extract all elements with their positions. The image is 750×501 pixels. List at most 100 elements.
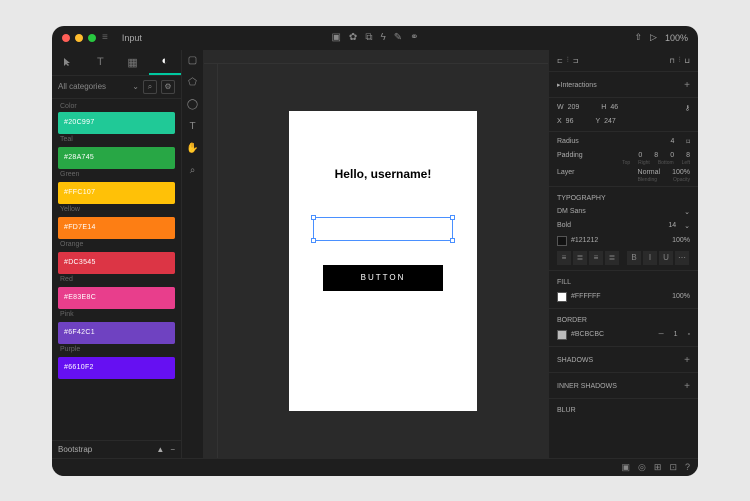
bold-icon[interactable]: B bbox=[627, 251, 641, 265]
width-value[interactable]: 209 bbox=[568, 104, 580, 111]
section-blur[interactable]: BLUR bbox=[549, 402, 698, 417]
remove-icon[interactable]: − bbox=[170, 445, 175, 454]
zoom-tool-icon[interactable]: ⌕ bbox=[186, 164, 200, 178]
frame-tool-icon[interactable]: ▢ bbox=[186, 54, 200, 68]
lock-icon[interactable]: ⚷ bbox=[685, 104, 690, 112]
align-center-icon[interactable]: ⫶ bbox=[567, 57, 569, 65]
add-icon[interactable]: ▲ bbox=[156, 445, 164, 454]
border-style-icon[interactable]: ─ bbox=[659, 331, 664, 338]
italic-icon[interactable]: I bbox=[643, 251, 657, 265]
close-icon[interactable] bbox=[62, 34, 70, 42]
border-color-hex[interactable]: #BCBCBC bbox=[571, 331, 604, 338]
padding-left[interactable]: 8 bbox=[686, 152, 690, 159]
artboard-area[interactable]: Hello, username! BUTTON bbox=[218, 64, 548, 458]
text-opacity[interactable]: 100% bbox=[672, 237, 690, 244]
resize-handle-br[interactable] bbox=[450, 238, 455, 243]
play-icon[interactable]: ▷ bbox=[650, 32, 657, 43]
font-family[interactable]: DM Sans bbox=[557, 208, 586, 215]
status-icon-b[interactable]: ◎ bbox=[638, 462, 646, 473]
color-swatch-5[interactable]: #E83E8C bbox=[58, 287, 175, 309]
color-swatch-2[interactable]: #FFC107 bbox=[58, 182, 175, 204]
align-middle-icon[interactable]: ⫶ bbox=[679, 57, 681, 65]
bolt-icon[interactable]: ϟ bbox=[380, 32, 385, 43]
radius-value[interactable]: 4 bbox=[671, 138, 675, 145]
status-icon-c[interactable]: ⊞ bbox=[654, 462, 662, 473]
align-top-icon[interactable]: ⊓ bbox=[669, 57, 674, 65]
color-swatch-7[interactable]: #6610F2 bbox=[58, 357, 175, 379]
border-width[interactable]: 1 bbox=[674, 331, 678, 338]
share-icon[interactable]: ⇧ bbox=[635, 32, 643, 43]
layers-icon[interactable]: ⧉ bbox=[365, 32, 372, 43]
section-inner-shadows[interactable]: INNER SHADOWS+ bbox=[549, 376, 698, 395]
layer-opacity[interactable]: 100% bbox=[672, 169, 690, 176]
border-position-icon[interactable]: ▫ bbox=[688, 331, 690, 338]
resize-handle-tr[interactable] bbox=[450, 215, 455, 220]
status-icon-a[interactable]: ▣ bbox=[622, 462, 631, 473]
shape-tool-icon[interactable]: ◯ bbox=[186, 98, 200, 112]
text-tool-icon[interactable]: T bbox=[186, 120, 200, 134]
text-align-center[interactable]: ≣ bbox=[573, 251, 587, 265]
color-swatch-3[interactable]: #FD7E14 bbox=[58, 217, 175, 239]
font-weight[interactable]: Bold bbox=[557, 222, 571, 229]
chevron-down-icon[interactable]: ⌄ bbox=[684, 222, 690, 230]
artboard[interactable]: Hello, username! BUTTON bbox=[289, 111, 477, 411]
hand-tool-icon[interactable]: ✋ bbox=[186, 142, 200, 156]
padding-top[interactable]: 0 bbox=[638, 152, 642, 159]
fill-color-hex[interactable]: #FFFFFF bbox=[571, 293, 601, 300]
align-bottom-icon[interactable]: ⊔ bbox=[685, 57, 690, 65]
padding-bottom[interactable]: 0 bbox=[670, 152, 674, 159]
maximize-icon[interactable] bbox=[88, 34, 96, 42]
color-swatch-0[interactable]: #20C997 bbox=[58, 112, 175, 134]
fill-color-swatch[interactable] bbox=[557, 292, 567, 302]
tab-colors[interactable]: ◐ bbox=[149, 50, 181, 75]
gear-icon[interactable]: ✿ bbox=[349, 32, 357, 43]
text-align-right[interactable]: ≡ bbox=[589, 251, 603, 265]
gear-icon[interactable]: ⚙ bbox=[161, 80, 175, 94]
add-shadow-icon[interactable]: + bbox=[684, 355, 690, 366]
text-align-left[interactable]: ≡ bbox=[557, 251, 571, 265]
more-text-icon[interactable]: ⋯ bbox=[675, 251, 689, 265]
resize-handle-tl[interactable] bbox=[311, 215, 316, 220]
square-icon[interactable]: ▣ bbox=[331, 32, 340, 43]
brush-icon[interactable]: ✎ bbox=[394, 32, 402, 43]
button-element[interactable]: BUTTON bbox=[323, 265, 443, 291]
align-right-icon[interactable]: ⊐ bbox=[573, 57, 579, 65]
text-align-justify[interactable]: ≣ bbox=[605, 251, 619, 265]
zoom-level[interactable]: 100% bbox=[665, 33, 688, 43]
add-inner-shadow-icon[interactable]: + bbox=[684, 381, 690, 392]
status-icon-d[interactable]: ⊡ bbox=[669, 462, 677, 473]
y-value[interactable]: 247 bbox=[604, 118, 616, 125]
tab-cursor[interactable] bbox=[52, 50, 84, 75]
resize-handle-bl[interactable] bbox=[311, 238, 316, 243]
library-label[interactable]: Bootstrap bbox=[58, 445, 92, 454]
heading-text[interactable]: Hello, username! bbox=[335, 167, 432, 181]
height-value[interactable]: 46 bbox=[610, 104, 618, 111]
align-left-icon[interactable]: ⊏ bbox=[557, 57, 563, 65]
color-swatch-1[interactable]: #28A745 bbox=[58, 147, 175, 169]
text-color-hex[interactable]: #121212 bbox=[571, 237, 598, 244]
tab-image[interactable]: ▦ bbox=[117, 50, 149, 75]
underline-icon[interactable]: U bbox=[659, 251, 673, 265]
font-size[interactable]: 14 bbox=[668, 222, 676, 229]
pen-tool-icon[interactable]: ⬠ bbox=[186, 76, 200, 90]
add-interaction-icon[interactable]: + bbox=[684, 80, 690, 91]
chevron-down-icon[interactable]: ⌄ bbox=[684, 208, 690, 216]
section-interactions[interactable]: ▸ Interactions + bbox=[549, 75, 698, 94]
fill-opacity[interactable]: 100% bbox=[672, 293, 690, 300]
x-value[interactable]: 96 bbox=[566, 118, 574, 125]
tab-text[interactable]: T bbox=[84, 50, 116, 75]
selected-input[interactable] bbox=[313, 217, 453, 241]
padding-right[interactable]: 8 bbox=[654, 152, 658, 159]
blend-mode[interactable]: Normal bbox=[638, 169, 661, 176]
border-color-swatch[interactable] bbox=[557, 330, 567, 340]
minimize-icon[interactable] bbox=[75, 34, 83, 42]
category-selector[interactable]: All categories ⌄ ⌕ ⚙ bbox=[52, 76, 181, 99]
text-color-swatch[interactable] bbox=[557, 236, 567, 246]
link-icon[interactable]: ⚭ bbox=[410, 32, 418, 43]
status-icon-e[interactable]: ? bbox=[685, 462, 690, 472]
color-swatch-4[interactable]: #DC3545 bbox=[58, 252, 175, 274]
color-swatch-6[interactable]: #6F42C1 bbox=[58, 322, 175, 344]
hamburger-icon[interactable]: ≡ bbox=[102, 32, 108, 43]
search-icon[interactable]: ⌕ bbox=[143, 80, 157, 94]
section-shadows[interactable]: SHADOWS+ bbox=[549, 350, 698, 369]
